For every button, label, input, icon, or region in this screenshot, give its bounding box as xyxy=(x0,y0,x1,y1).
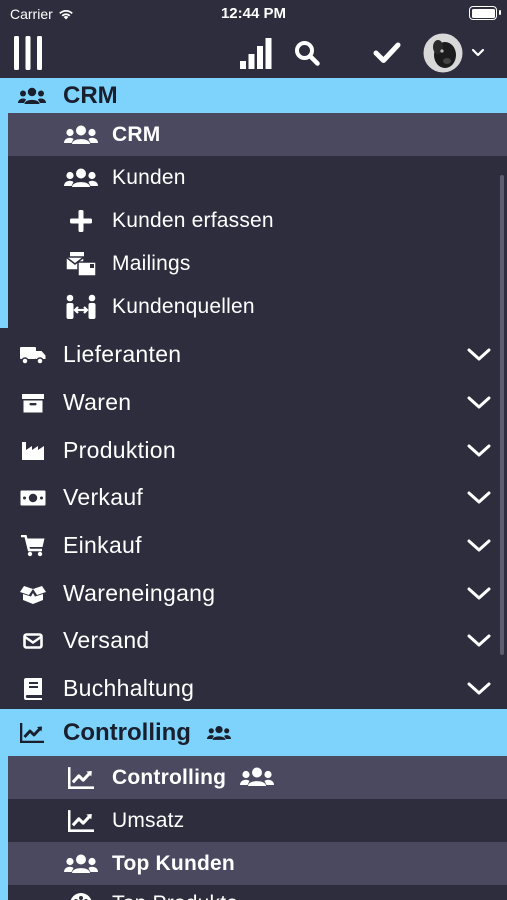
group-header-controlling[interactable]: Controlling xyxy=(0,709,507,756)
menu-item-produktion[interactable]: Produktion xyxy=(0,427,507,474)
sub-item-controlling[interactable]: Controlling xyxy=(8,756,507,799)
menu-item-label: Verkauf xyxy=(63,484,144,510)
confirm-button[interactable] xyxy=(370,28,404,78)
envelope-icon xyxy=(20,629,46,653)
menu-item-label: Lieferanten xyxy=(63,341,182,367)
menu-item-lieferanten[interactable]: Lieferanten xyxy=(0,331,507,378)
sub-item-label: Kundenquellen xyxy=(112,294,255,318)
money-bill-icon xyxy=(20,486,46,510)
sub-item-kunden-erfassen[interactable]: Kunden erfassen xyxy=(8,199,507,242)
signal-bars-icon xyxy=(240,38,272,69)
group-accent-bar xyxy=(0,756,8,900)
stats-button[interactable] xyxy=(238,28,274,78)
group-accent-bar xyxy=(0,113,8,328)
sub-item-label: Controlling xyxy=(112,765,227,789)
palette-icon xyxy=(64,891,98,900)
toolbar xyxy=(0,28,507,78)
sub-item-umsatz[interactable]: Umsatz xyxy=(8,799,507,842)
menu-item-label: Einkauf xyxy=(63,532,142,558)
chevron-down-icon xyxy=(471,48,485,57)
sub-item-label: Umsatz xyxy=(112,808,185,832)
columns-icon xyxy=(14,36,42,70)
menu-toggle-button[interactable] xyxy=(10,28,46,78)
clock: 12:44 PM xyxy=(220,5,287,22)
users-icon xyxy=(64,851,98,877)
chevron-down-icon[interactable] xyxy=(465,343,493,367)
group-header-crm[interactable]: CRM xyxy=(0,78,507,113)
truck-icon xyxy=(20,343,46,367)
menu-item-label: Buchhaltung xyxy=(63,675,195,701)
users-icon xyxy=(64,122,98,148)
side-menu: CRM CRM Kunden Kunden erfassen Mailings … xyxy=(0,78,507,900)
menu-item-einkauf[interactable]: Einkauf xyxy=(0,522,507,569)
sub-item-top-produkte[interactable]: Top Produkte xyxy=(8,885,507,900)
chevron-down-icon[interactable] xyxy=(465,677,493,701)
search-button[interactable] xyxy=(290,28,324,78)
chart-line-icon xyxy=(64,808,98,834)
menu-item-label: Produktion xyxy=(63,437,176,463)
plus-icon xyxy=(64,208,98,234)
industry-icon xyxy=(20,439,46,463)
users-icon xyxy=(240,766,274,788)
users-icon xyxy=(207,724,231,742)
people-arrows-icon xyxy=(64,294,98,320)
book-icon xyxy=(20,677,46,701)
menu-item-label: Waren xyxy=(63,389,132,415)
chevron-down-icon[interactable] xyxy=(465,582,493,606)
sub-item-label: Top Produkte xyxy=(112,892,238,900)
battery-icon xyxy=(469,6,497,20)
group-label-crm: CRM xyxy=(63,81,118,109)
sub-item-top-kunden[interactable]: Top Kunden xyxy=(8,842,507,885)
search-icon xyxy=(295,41,320,66)
mail-bulk-icon xyxy=(64,251,98,277)
sub-item-label: Kunden erfassen xyxy=(112,208,274,232)
sub-item-mailings[interactable]: Mailings xyxy=(8,242,507,285)
menu-item-label: Versand xyxy=(63,627,150,653)
chevron-down-icon[interactable] xyxy=(465,486,493,510)
sub-item-label: CRM xyxy=(112,122,161,146)
sub-item-label: Top Kunden xyxy=(112,851,235,875)
archive-icon xyxy=(20,391,46,415)
sub-item-kunden[interactable]: Kunden xyxy=(8,156,507,199)
status-bar: Carrier 12:44 PM xyxy=(0,0,507,28)
chevron-down-icon[interactable] xyxy=(465,391,493,415)
menu-item-wareneingang[interactable]: Wareneingang xyxy=(0,570,507,617)
menu-item-label: Wareneingang xyxy=(63,580,216,606)
sub-item-crm[interactable]: CRM xyxy=(8,113,507,156)
group-label-controlling: Controlling xyxy=(63,718,191,746)
users-icon xyxy=(18,86,46,106)
users-icon xyxy=(64,165,98,191)
check-icon xyxy=(373,42,401,63)
box-open-icon xyxy=(20,582,46,606)
menu-item-buchhaltung[interactable]: Buchhaltung xyxy=(0,665,507,712)
chevron-down-icon[interactable] xyxy=(465,439,493,463)
sub-item-kundenquellen[interactable]: Kundenquellen xyxy=(8,285,507,328)
scrollbar[interactable] xyxy=(500,175,504,655)
user-menu-button[interactable] xyxy=(418,28,488,78)
menu-item-waren[interactable]: Waren xyxy=(0,379,507,426)
chevron-down-icon[interactable] xyxy=(465,534,493,558)
chart-line-icon xyxy=(64,765,98,791)
sub-item-label: Mailings xyxy=(112,251,191,275)
cart-icon xyxy=(20,534,46,558)
chart-line-icon xyxy=(18,723,46,743)
menu-item-versand[interactable]: Versand xyxy=(0,617,507,664)
sub-item-label: Kunden xyxy=(112,165,186,189)
chevron-down-icon[interactable] xyxy=(465,629,493,653)
menu-item-verkauf[interactable]: Verkauf xyxy=(0,474,507,521)
avatar xyxy=(422,32,464,74)
